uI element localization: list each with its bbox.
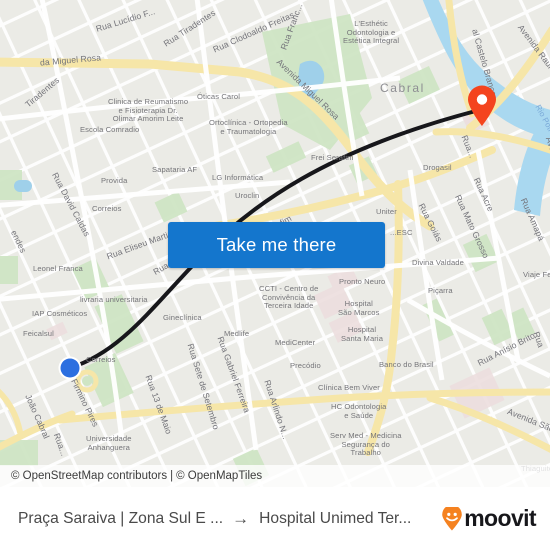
route-footer: Praça Saraiva | Zona Sul E ... → Hospita… [0, 487, 550, 550]
moovit-route-preview: L'Esthétic Odontologia e Estética Integr… [0, 0, 550, 550]
moovit-wordmark: moovit [464, 505, 536, 531]
map-attribution: © OpenStreetMap contributors | © OpenMap… [0, 465, 550, 487]
moovit-pin-icon [442, 506, 463, 530]
route-summary: Praça Saraiva | Zona Sul E ... → Hospita… [0, 510, 441, 528]
arrow-right-icon: → [232, 509, 250, 528]
moovit-logo: moovit [441, 505, 550, 532]
destination-marker[interactable] [465, 84, 499, 128]
destination-label: Hospital Unimed Ter... [259, 509, 412, 527]
attribution-separator: | [170, 470, 174, 482]
take-me-there-button[interactable]: Take me there [168, 222, 385, 268]
attribution-osm[interactable]: © OpenStreetMap contributors [11, 470, 167, 482]
map-canvas[interactable]: L'Esthétic Odontologia e Estética Integr… [0, 0, 550, 487]
attribution-tiles[interactable]: © OpenMapTiles [176, 470, 262, 482]
origin-marker[interactable] [53, 351, 87, 385]
origin-label: Praça Saraiva | Zona Sul E ... [18, 509, 224, 527]
